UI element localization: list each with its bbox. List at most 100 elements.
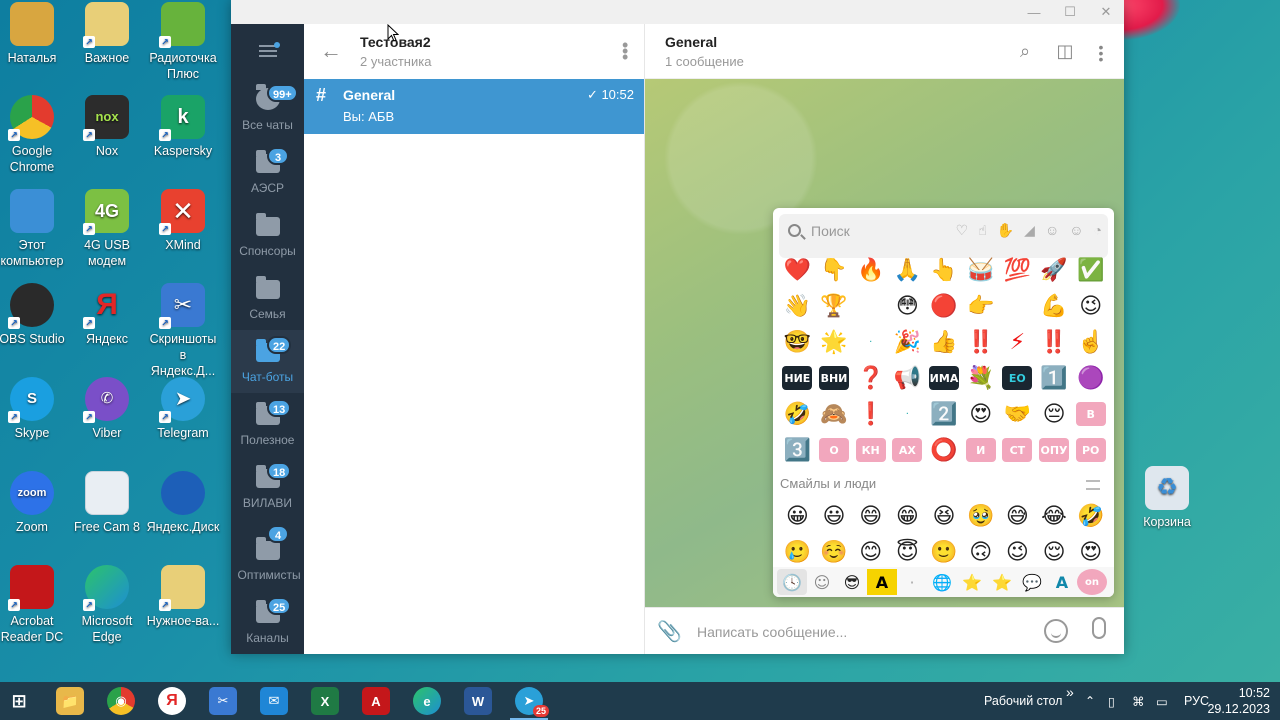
emoji-item[interactable]: EO	[999, 362, 1036, 394]
emoji-item[interactable]: СТ	[999, 434, 1036, 466]
emoji-item[interactable]: КН	[852, 434, 889, 466]
desktop-icon-skype[interactable]: S ↗ Skype	[0, 377, 69, 441]
file-explorer-icon[interactable]: 📁	[56, 687, 84, 715]
emoji-item[interactable]: РО	[1072, 434, 1109, 466]
emoji-item[interactable]: 😁	[889, 500, 926, 532]
emoji-search-input[interactable]	[811, 222, 911, 240]
emoji-item[interactable]: 🥹	[962, 500, 999, 532]
dots-pack-tab-icon[interactable]: ·	[897, 569, 927, 595]
emoji-item[interactable]: ☺️	[816, 536, 853, 568]
chat-heart-tab-icon[interactable]: 💬	[1017, 569, 1047, 595]
emoji-item[interactable]: ОПУ	[1036, 434, 1073, 466]
desktop-icon-zoom[interactable]: zoom Zoom	[0, 471, 69, 535]
folder-vilavi[interactable]: 18 ВИЛАВИ	[231, 456, 304, 519]
sidebar-toggle-icon[interactable]: ◫	[1054, 40, 1076, 62]
desktop-icon-natalya[interactable]: Наталья	[0, 2, 69, 66]
folder-aesr[interactable]: 3 АЭСР	[231, 141, 304, 204]
emoji-icon[interactable]	[1044, 619, 1068, 643]
folder-optimists[interactable]: 4 Оптимисты	[231, 519, 304, 591]
desktop-icon-yandex[interactable]: Я ↗ Яндекс	[70, 283, 144, 347]
emoji-item[interactable]: ⭕	[926, 434, 963, 466]
emoji-item[interactable]: 3️⃣	[779, 434, 816, 466]
heart-category-icon[interactable]: ♡	[956, 222, 969, 239]
emoji-item[interactable]: О	[816, 434, 853, 466]
desktop-icon-yandex-disk[interactable]: Яндекс.Диск	[146, 471, 220, 535]
emoji-item[interactable]: 👍	[926, 326, 963, 358]
emoji-item[interactable]: ·	[889, 398, 926, 430]
more-category-icon[interactable]: ◔	[1094, 222, 1102, 239]
smiley-tab-icon[interactable]: ☺	[807, 569, 837, 595]
emoji-item[interactable]: 😂	[1036, 500, 1073, 532]
message-input[interactable]	[697, 620, 1017, 644]
desktop-icon-acrobat[interactable]: ↗ Acrobat Reader DC	[0, 565, 69, 645]
letter-pack-tab-icon[interactable]: A	[867, 569, 897, 595]
desktop-icon-xmind[interactable]: ✕ ↗ XMind	[146, 189, 220, 253]
face-category-icon[interactable]: ☺	[1069, 222, 1083, 239]
cool-face-tab-icon[interactable]: 😎	[837, 569, 867, 595]
desktop-icon-screenshots[interactable]: ✂ ↗ Скриншоты в Яндекс.Д...	[146, 283, 220, 379]
emoji-item[interactable]: 🤣	[1072, 500, 1109, 532]
emoji-item[interactable]: 😉	[999, 536, 1036, 568]
chrome-taskbar-icon[interactable]: ◉	[107, 687, 135, 715]
desktop-icon-free-cam[interactable]: Free Cam 8	[70, 471, 144, 535]
yandex-browser-icon[interactable]: Я	[158, 687, 186, 715]
chat-item-general[interactable]: # General ✓ 10:52 Вы: АБВ	[304, 79, 644, 134]
emoji-item[interactable]: 💐	[962, 362, 999, 394]
desktop-icon-this-pc[interactable]: Этот компьютер	[0, 189, 69, 269]
microphone-icon[interactable]	[1092, 617, 1106, 639]
emoji-item[interactable]: 🏆	[816, 290, 853, 322]
attach-icon[interactable]: 📎	[657, 620, 682, 644]
green-star-tab-icon[interactable]: ⭐	[957, 569, 987, 595]
emoji-item[interactable]: В	[1072, 398, 1109, 430]
emoji-item[interactable]: 📢	[889, 362, 926, 394]
emoji-item[interactable]: 😍	[1072, 536, 1109, 568]
desktop-icon-telegram[interactable]: ➤ ↗ Telegram	[146, 377, 220, 441]
emoji-item[interactable]: 😀	[779, 500, 816, 532]
excel-icon[interactable]: X	[311, 687, 339, 715]
emoji-item[interactable]: 🚀	[1036, 254, 1073, 286]
emoji-item[interactable]: 🙂	[926, 536, 963, 568]
hand-category-icon[interactable]: ✋	[997, 222, 1014, 239]
maximize-button[interactable]: ☐	[1052, 0, 1088, 24]
folder-chatbots[interactable]: 22 Чат-боты	[231, 330, 304, 393]
emoji-item[interactable]: ❗	[852, 398, 889, 430]
section-settings-icon[interactable]	[1086, 480, 1100, 490]
emoji-item[interactable]: 🟣	[1072, 362, 1109, 394]
emoji-item[interactable]: 😍	[962, 398, 999, 430]
emoji-item[interactable]: АХ	[889, 434, 926, 466]
emoji-item[interactable]: ⚡	[999, 326, 1036, 358]
emoji-item[interactable]: 🤣	[779, 398, 816, 430]
back-arrow-icon[interactable]: ←	[320, 40, 342, 63]
emoji-item[interactable]: 🔥	[852, 254, 889, 286]
emoji-item[interactable]: 🙏	[889, 254, 926, 286]
smile-category-icon[interactable]: ☺	[1045, 222, 1059, 239]
emoji-item[interactable]: 😅	[999, 500, 1036, 532]
emoji-item[interactable]: 😔	[1036, 398, 1073, 430]
emoji-item[interactable]: 😊	[852, 536, 889, 568]
system-clock[interactable]: 10:52 29.12.2023	[1207, 685, 1270, 717]
desktop-icon-nox[interactable]: nox ↗ Nox	[70, 95, 144, 159]
emoji-item[interactable]: 😇	[889, 536, 926, 568]
tray-chevron-up-icon[interactable]: ⌃	[1085, 694, 1095, 708]
emoji-item[interactable]: 👋	[779, 290, 816, 322]
emoji-item[interactable]: И	[962, 434, 999, 466]
screenshot-tool-icon[interactable]: ✂	[209, 687, 237, 715]
desktop-icon-chrome[interactable]: ↗ Google Chrome	[0, 95, 69, 175]
emoji-item[interactable]: ❓	[852, 362, 889, 394]
pink-on-tab-icon[interactable]: on	[1077, 569, 1107, 595]
recent-tab-clock-icon[interactable]: 🕓	[777, 569, 807, 595]
blue-star-tab-icon[interactable]: ⭐	[987, 569, 1017, 595]
desktop-icon-important[interactable]: ↗ Важное	[70, 2, 144, 66]
desktop-icon-recycle-bin[interactable]: ♻ Корзина	[1130, 466, 1204, 530]
emoji-item[interactable]: 🥁	[962, 254, 999, 286]
emoji-item[interactable]: ❤️	[779, 254, 816, 286]
more-options-icon[interactable]: • • •	[1090, 40, 1112, 66]
emoji-item[interactable]: 😆	[926, 500, 963, 532]
emoji-item[interactable]: 🔴	[926, 290, 963, 322]
language-indicator[interactable]: РУС	[1184, 694, 1209, 708]
emoji-item[interactable]	[999, 290, 1036, 322]
desktop-icon-viber[interactable]: ✆ ↗ Viber	[70, 377, 144, 441]
folder-all-chats[interactable]: 99+ Все чаты	[231, 78, 304, 141]
emoji-item[interactable]: 1️⃣	[1036, 362, 1073, 394]
emoji-item[interactable]: 🎉	[889, 326, 926, 358]
